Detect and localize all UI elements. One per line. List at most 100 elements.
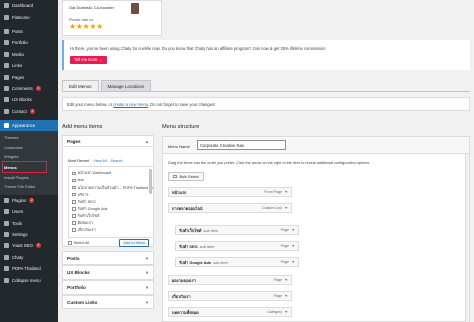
rating-stars[interactable]: ★★★★★ xyxy=(69,23,103,31)
page-checkbox[interactable] xyxy=(72,228,76,232)
tab-most-recent[interactable]: Most Recent xyxy=(68,159,89,163)
list-item[interactable]: รับทำ SEO xyxy=(72,198,150,205)
submenu-item-themes[interactable]: Themes xyxy=(0,133,58,142)
chevron-down-icon[interactable]: ▼ xyxy=(284,204,288,213)
list-item[interactable]: บริการ xyxy=(72,191,150,198)
section-header-portfolio[interactable]: Portfolio ▼ xyxy=(62,280,154,295)
sidebar-item-ux-blocks[interactable]: UX Blocks xyxy=(0,94,58,105)
page-checkbox[interactable] xyxy=(72,207,76,211)
menu-item[interactable]: รับทำ Google Ads sub item Page ▼ xyxy=(175,257,299,267)
tab-view-all[interactable]: View All xyxy=(93,159,106,163)
tab-edit-menus[interactable]: Edit Menus xyxy=(62,80,99,91)
menu-item[interactable]: บทความทั้งหมด Category ▼ xyxy=(168,307,292,317)
section-header-custom-links[interactable]: Custom Links ▼ xyxy=(62,294,154,310)
sidebar-item-tools[interactable]: Tools xyxy=(0,217,58,228)
sidebar-item-flatsome[interactable]: Flatsome xyxy=(0,11,58,22)
plug-icon xyxy=(4,197,9,203)
submenu-item-customize[interactable]: Customize xyxy=(0,143,58,152)
chevron-down-icon[interactable]: ▼ xyxy=(284,188,288,197)
sidebar-item-media[interactable]: Media xyxy=(0,49,58,60)
menu-item[interactable]: ผลงานของเรา Page ▼ xyxy=(168,275,292,285)
bulk-select-button[interactable]: Bulk Select xyxy=(168,172,204,181)
page-checkbox[interactable] xyxy=(72,178,76,183)
list-item[interactable]: นโยบายความเป็นส่วนตัว – PDPA Thailand – … xyxy=(72,184,153,191)
section-header-ux-blocks[interactable]: UX Blocks ▼ xyxy=(62,265,154,280)
menu-item[interactable]: การตลาดออนไลน์ Custom Link ▼ xyxy=(168,203,292,213)
tell-me-more-button[interactable]: Tell me more → xyxy=(70,56,107,64)
drag-instructions: Drag the items into the order you prefer… xyxy=(168,161,371,165)
add-menu-items-panel: Add menu items Pages ▲ Most Recent View … xyxy=(62,124,154,310)
section-header-posts[interactable]: Posts ▼ xyxy=(62,250,154,266)
sidebar-item-label: Flatsome xyxy=(12,14,30,20)
sidebar-item-portfolio[interactable]: Portfolio xyxy=(0,37,58,48)
sidebar-item-chaty[interactable]: Chaty xyxy=(0,252,58,263)
add-to-menu-button[interactable]: Add to Menu xyxy=(119,238,149,247)
pages-checklist[interactable]: หน้าแรก Dashboard test นโยบายความเป็นส่วนต… xyxy=(68,165,154,238)
sidebar-item-settings[interactable]: Settings xyxy=(0,229,58,240)
scrollbar[interactable] xyxy=(465,154,469,322)
menu-item[interactable]: หน้าแรก Front Page ▼ xyxy=(168,187,292,197)
sidebar-item-plugins[interactable]: Plugins 2 xyxy=(0,195,58,206)
pages-section-header[interactable]: Pages ▲ xyxy=(62,135,154,148)
sidebar-item-comments[interactable]: Comments 1 xyxy=(0,83,58,94)
sidebar-item-pages[interactable]: Pages xyxy=(0,71,58,82)
list-item[interactable]: หน้าแรก Dashboard xyxy=(72,170,150,177)
submenu-item-widgets[interactable]: Widgets xyxy=(0,152,58,161)
page-checkbox[interactable] xyxy=(72,214,76,218)
brush-icon xyxy=(4,123,9,129)
settings-icon xyxy=(4,232,9,237)
users-icon xyxy=(4,209,9,215)
select-all-row[interactable]: Select All xyxy=(68,241,89,245)
select-all-label: Select All xyxy=(73,240,90,245)
chevron-down-icon[interactable]: ▼ xyxy=(284,292,288,301)
dashboard-icon xyxy=(4,3,9,9)
avatar xyxy=(131,3,139,14)
menu-name-input[interactable]: Corporate Creative Nav xyxy=(197,140,286,150)
page-checkbox[interactable] xyxy=(72,199,76,204)
submenu-item-install-plugins[interactable]: Install Plugins xyxy=(0,173,58,182)
page-checkbox[interactable] xyxy=(72,221,76,225)
flatsome-icon xyxy=(4,14,9,20)
sidebar-item-pdpa-thailand[interactable]: PDPA Thailand xyxy=(0,263,58,274)
chevron-down-icon[interactable]: ▼ xyxy=(284,308,288,317)
submenu-item-menus[interactable]: Menus xyxy=(2,161,47,173)
sidebar-item-label: Pages xyxy=(12,74,25,80)
list-item[interactable]: รับทำ Google Ads xyxy=(72,205,150,212)
chevron-down-icon[interactable]: ▼ xyxy=(284,276,288,285)
review-notice: Gal Dubinski, Co-founder Please rate us … xyxy=(62,0,162,36)
comment-icon xyxy=(4,85,9,91)
sidebar-item-links[interactable]: Links xyxy=(0,60,58,71)
section-label: Posts xyxy=(67,255,80,261)
page-checkbox[interactable] xyxy=(72,185,76,190)
sidebar-item-posts[interactable]: Posts xyxy=(0,26,58,37)
create-new-menu-link[interactable]: create a new menu xyxy=(113,102,148,107)
menu-item-type: Page xyxy=(280,260,289,264)
chevron-down-icon[interactable]: ▼ xyxy=(291,258,295,267)
media-icon xyxy=(4,51,9,57)
page-checkbox[interactable] xyxy=(72,171,76,176)
sidebar-item-yoast-seo[interactable]: Yoast SEO 1 xyxy=(0,240,58,251)
menu-item[interactable]: เกี่ยวกับเรา Page ▼ xyxy=(168,291,292,301)
page-checkbox[interactable] xyxy=(72,192,76,197)
select-all-checkbox[interactable] xyxy=(68,241,72,245)
menu-item[interactable]: รับทำ SEO sub item Page ▼ xyxy=(175,241,299,251)
sidebar-item-users[interactable]: Users xyxy=(0,206,58,217)
sidebar-item-dashboard[interactable]: Dashboard xyxy=(0,0,58,11)
chevron-down-icon[interactable]: ▼ xyxy=(291,226,295,235)
list-item[interactable]: เกี่ยวกับเรา xyxy=(72,227,150,234)
sidebar-item-appearance[interactable]: Appearance xyxy=(0,119,58,132)
blocks-icon xyxy=(4,97,9,103)
list-item[interactable]: รับทำเว็บไซต์ xyxy=(72,212,150,219)
bulk-select-checkbox[interactable] xyxy=(173,174,177,179)
page-label: test xyxy=(77,178,84,183)
menu-item[interactable]: รับทำเว็บไซต์ sub item Page ▼ xyxy=(175,225,299,235)
sidebar-item-collapse-menu[interactable]: Collapse menu xyxy=(0,274,58,285)
scrollbar[interactable] xyxy=(149,168,152,194)
list-item[interactable]: test xyxy=(72,177,150,184)
list-item[interactable]: ติดต่อเรา xyxy=(72,219,150,226)
sidebar-item-contact[interactable]: Contact 1 xyxy=(0,106,58,117)
tab-manage-locations[interactable]: Manage Locations xyxy=(100,80,152,91)
tab-search[interactable]: Search xyxy=(111,159,123,163)
chevron-down-icon[interactable]: ▼ xyxy=(291,242,295,251)
submenu-item-theme-file-editor[interactable]: Theme File Editor xyxy=(0,182,58,191)
